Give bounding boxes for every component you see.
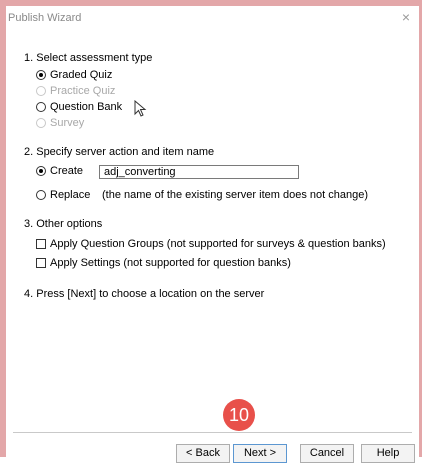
checkbox-apply-settings[interactable]: Apply Settings (not supported for questi… — [36, 257, 291, 269]
radio-create[interactable]: Create — [36, 165, 83, 177]
radio-button-icon[interactable] — [36, 190, 46, 200]
radio-label: Create — [50, 165, 84, 177]
back-button[interactable]: < Back — [176, 444, 230, 463]
radio-button-icon[interactable] — [36, 102, 46, 112]
checkbox-label: Apply Settings (not supported for questi… — [50, 257, 291, 269]
section-assessment-type-title: 1. Select assessment type — [24, 52, 153, 64]
checkbox-icon[interactable] — [36, 239, 46, 249]
dialog-content: Publish Wizard × 1. Select assessment ty… — [6, 6, 419, 463]
step-number-badge: 10 — [223, 399, 255, 431]
radio-label: Graded Quiz — [50, 69, 113, 81]
radio-label: Survey — [50, 117, 85, 129]
cancel-button[interactable]: Cancel — [300, 444, 354, 463]
replace-note: (the name of the existing server item do… — [102, 189, 368, 201]
window-title: Publish Wizard — [8, 12, 82, 24]
mouse-cursor-icon — [134, 100, 147, 117]
radio-button-icon[interactable] — [36, 70, 46, 80]
section-next-instruction: 4. Press [Next] to choose a location on … — [24, 288, 265, 300]
radio-replace[interactable]: Replace — [36, 189, 90, 201]
radio-label: Practice Quiz — [50, 85, 116, 97]
radio-question-bank[interactable]: Question Bank — [36, 101, 122, 113]
next-button[interactable]: Next > — [233, 444, 287, 463]
item-name-input[interactable]: adj_converting — [99, 165, 299, 179]
radio-practice-quiz: Practice Quiz — [36, 85, 115, 97]
radio-label: Question Bank — [50, 101, 123, 113]
checkbox-icon[interactable] — [36, 258, 46, 268]
footer-separator — [13, 432, 412, 433]
close-icon[interactable]: × — [399, 10, 413, 24]
help-button[interactable]: Help — [361, 444, 415, 463]
radio-graded-quiz[interactable]: Graded Quiz — [36, 69, 112, 81]
radio-label: Replace — [50, 189, 91, 201]
section-other-options-title: 3. Other options — [24, 218, 103, 230]
checkbox-label: Apply Question Groups (not supported for… — [50, 238, 386, 250]
radio-button-icon — [36, 118, 46, 128]
publish-wizard-dialog: Publish Wizard × 1. Select assessment ty… — [0, 0, 422, 463]
radio-survey: Survey — [36, 117, 84, 129]
section-server-action-title: 2. Specify server action and item name — [24, 146, 215, 158]
title-bar: Publish Wizard × — [6, 6, 419, 30]
checkbox-apply-question-groups[interactable]: Apply Question Groups (not supported for… — [36, 238, 386, 250]
radio-button-icon[interactable] — [36, 166, 46, 176]
radio-button-icon — [36, 86, 46, 96]
